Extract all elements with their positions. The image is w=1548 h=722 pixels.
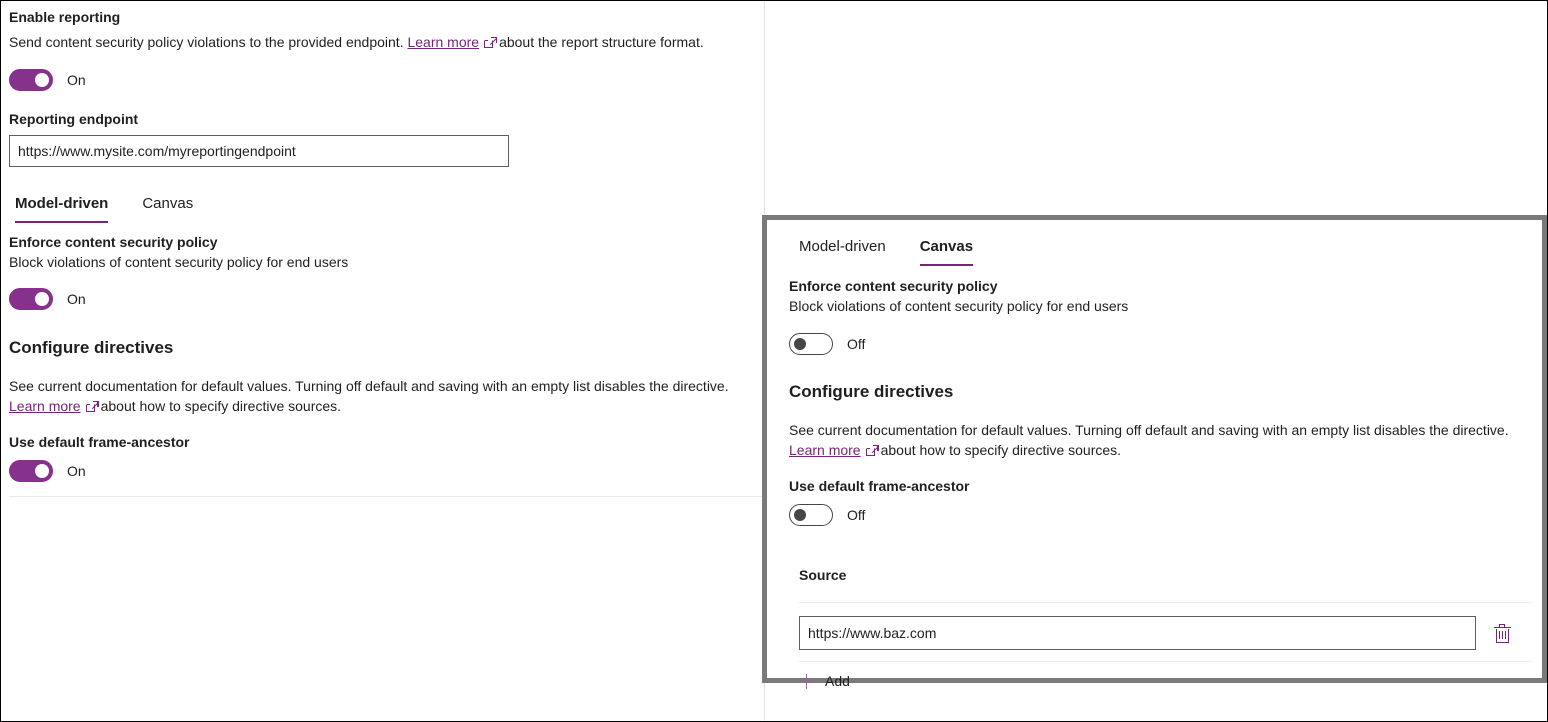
enforce-policy-description: Block violations of content security pol… — [9, 252, 751, 272]
enable-reporting-section: Enable reporting Send content security p… — [9, 7, 751, 91]
enable-reporting-toggle-state: On — [67, 70, 86, 90]
right-tab-model-driven-label: Model-driven — [799, 238, 886, 255]
trash-icon[interactable] — [1494, 624, 1511, 643]
left-divider — [9, 496, 765, 497]
add-source-button[interactable]: Add — [799, 665, 1528, 697]
enable-reporting-toggle-row[interactable]: On — [9, 69, 751, 91]
enforce-policy-toggle-row[interactable]: On — [9, 288, 751, 310]
right-configure-directives-description-after: about how to specify directive sources. — [881, 442, 1121, 458]
directives-learn-more-link[interactable]: Learn more — [9, 398, 81, 414]
right-pivot-tabs: Model-driven Canvas — [799, 236, 1528, 266]
tab-model-driven[interactable]: Model-driven — [15, 193, 108, 223]
source-list-section: Source https://www.baz.com — [799, 565, 1528, 697]
screenshot-root: Enable reporting Send content security p… — [0, 0, 1548, 722]
enforce-policy-toggle-state: On — [67, 289, 86, 309]
right-enforce-policy-description: Block violations of content security pol… — [789, 296, 1528, 316]
reporting-endpoint-label: Reporting endpoint — [9, 109, 751, 129]
source-value: https://www.baz.com — [808, 623, 936, 643]
enforce-policy-toggle[interactable] — [9, 288, 53, 310]
configure-directives-description-after: about how to specify directive sources. — [101, 398, 341, 414]
right-tab-model-driven[interactable]: Model-driven — [799, 236, 886, 266]
source-value-input[interactable]: https://www.baz.com — [799, 616, 1476, 650]
right-configure-directives-heading: Configure directives — [789, 381, 1528, 403]
source-column-header: Source — [799, 565, 1528, 585]
reporting-learn-more-link[interactable]: Learn more — [407, 34, 479, 50]
enable-reporting-description-before: Send content security policy violations … — [9, 34, 404, 50]
right-frame-ancestor-toggle-row[interactable]: Off — [789, 504, 1528, 526]
frame-ancestor-label: Use default frame-ancestor — [9, 432, 751, 452]
right-configure-directives-section: Configure directives See current documen… — [789, 381, 1528, 460]
plus-icon — [799, 674, 814, 689]
tab-model-driven-label: Model-driven — [15, 195, 108, 212]
reporting-endpoint-input[interactable]: https://www.mysite.com/myreportingendpoi… — [9, 135, 509, 167]
left-settings-pane: Enable reporting Send content security p… — [1, 1, 765, 722]
enable-reporting-description: Send content security policy violations … — [9, 32, 751, 52]
frame-ancestor-toggle[interactable] — [9, 460, 53, 482]
canvas-tab-callout-panel: Model-driven Canvas Enforce content secu… — [762, 215, 1547, 683]
right-enforce-policy-toggle-row[interactable]: Off — [789, 333, 1528, 355]
table-row: https://www.baz.com — [799, 616, 1528, 650]
enable-reporting-description-after: about the report structure format. — [499, 34, 704, 50]
enable-reporting-heading: Enable reporting — [9, 7, 751, 27]
enforce-policy-section: Enforce content security policy Block vi… — [9, 232, 751, 310]
right-enforce-policy-section: Enforce content security policy Block vi… — [789, 276, 1528, 355]
external-link-icon — [86, 401, 99, 412]
configure-directives-description-before: See current documentation for default va… — [9, 378, 729, 394]
right-directives-learn-more-link[interactable]: Learn more — [789, 442, 861, 458]
right-configure-directives-description-before: See current documentation for default va… — [789, 422, 1509, 438]
right-frame-ancestor-label: Use default frame-ancestor — [789, 476, 1528, 496]
right-enforce-policy-toggle-state: Off — [847, 334, 865, 354]
right-frame-ancestor-section: Use default frame-ancestor Off — [789, 476, 1528, 526]
reporting-endpoint-section: Reporting endpoint https://www.mysite.co… — [9, 109, 751, 167]
tab-canvas[interactable]: Canvas — [142, 193, 193, 223]
tab-canvas-label: Canvas — [142, 195, 193, 212]
external-link-icon — [866, 445, 879, 456]
enforce-policy-heading: Enforce content security policy — [9, 232, 751, 252]
source-delete-button[interactable] — [1476, 624, 1528, 643]
frame-ancestor-section: Use default frame-ancestor On — [9, 432, 751, 482]
right-configure-directives-description: See current documentation for default va… — [789, 420, 1528, 460]
right-frame-ancestor-toggle-state: Off — [847, 505, 865, 525]
enable-reporting-toggle[interactable] — [9, 69, 53, 91]
reporting-endpoint-value: https://www.mysite.com/myreportingendpoi… — [18, 141, 296, 161]
left-pivot-tabs: Model-driven Canvas — [15, 193, 751, 223]
frame-ancestor-toggle-row[interactable]: On — [9, 460, 751, 482]
configure-directives-heading: Configure directives — [9, 337, 751, 359]
right-frame-ancestor-toggle[interactable] — [789, 504, 833, 526]
configure-directives-section: Configure directives See current documen… — [9, 337, 751, 416]
right-tab-canvas-label: Canvas — [920, 238, 973, 255]
right-enforce-policy-toggle[interactable] — [789, 333, 833, 355]
source-header-divider — [799, 602, 1532, 603]
right-tab-canvas[interactable]: Canvas — [920, 236, 973, 266]
configure-directives-description: See current documentation for default va… — [9, 376, 751, 416]
add-source-label: Add — [825, 673, 850, 689]
source-row-divider — [799, 661, 1532, 662]
right-enforce-policy-heading: Enforce content security policy — [789, 276, 1528, 296]
external-link-icon — [484, 37, 497, 48]
frame-ancestor-toggle-state: On — [67, 461, 86, 481]
